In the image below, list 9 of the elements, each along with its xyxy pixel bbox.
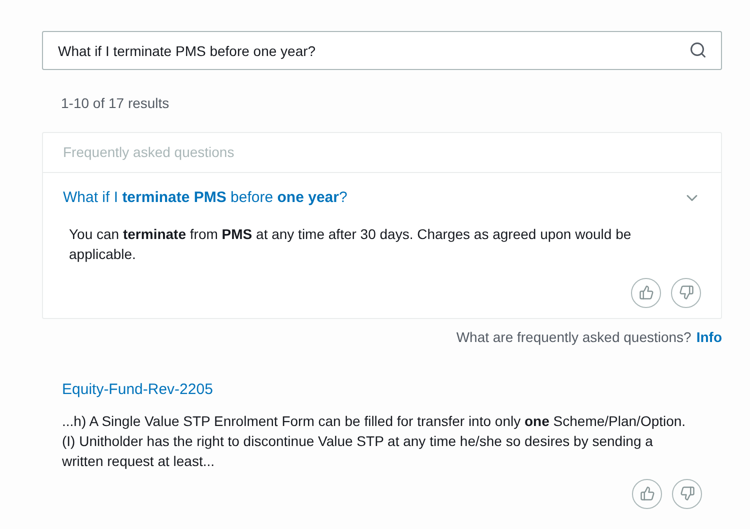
faq-header: Frequently asked questions — [63, 143, 234, 162]
faq-question-link[interactable]: What if I terminate PMS before one year? — [63, 187, 348, 210]
search-field[interactable]: What if I terminate PMS before one year? — [42, 31, 722, 70]
result-excerpt: ...h) A Single Value STP Enrolment Form can be filled for transfer into only one Scheme/Plan/Option. (I) Unitholder has the right to discontinue Value STP at any time he/she so desires by sending a written request at least... — [62, 412, 687, 470]
results-count: 1-10 of 17 results — [61, 94, 170, 113]
result-title-link[interactable]: Equity-Fund-Rev-2205 — [62, 380, 213, 398]
faq-info-text: What are frequently asked questions? — [456, 328, 692, 347]
faq-answer: You can terminate from PMS at any time after 30 days. Charges as agreed upon would be applicable. — [69, 224, 632, 264]
info-link[interactable]: Info — [696, 326, 722, 348]
